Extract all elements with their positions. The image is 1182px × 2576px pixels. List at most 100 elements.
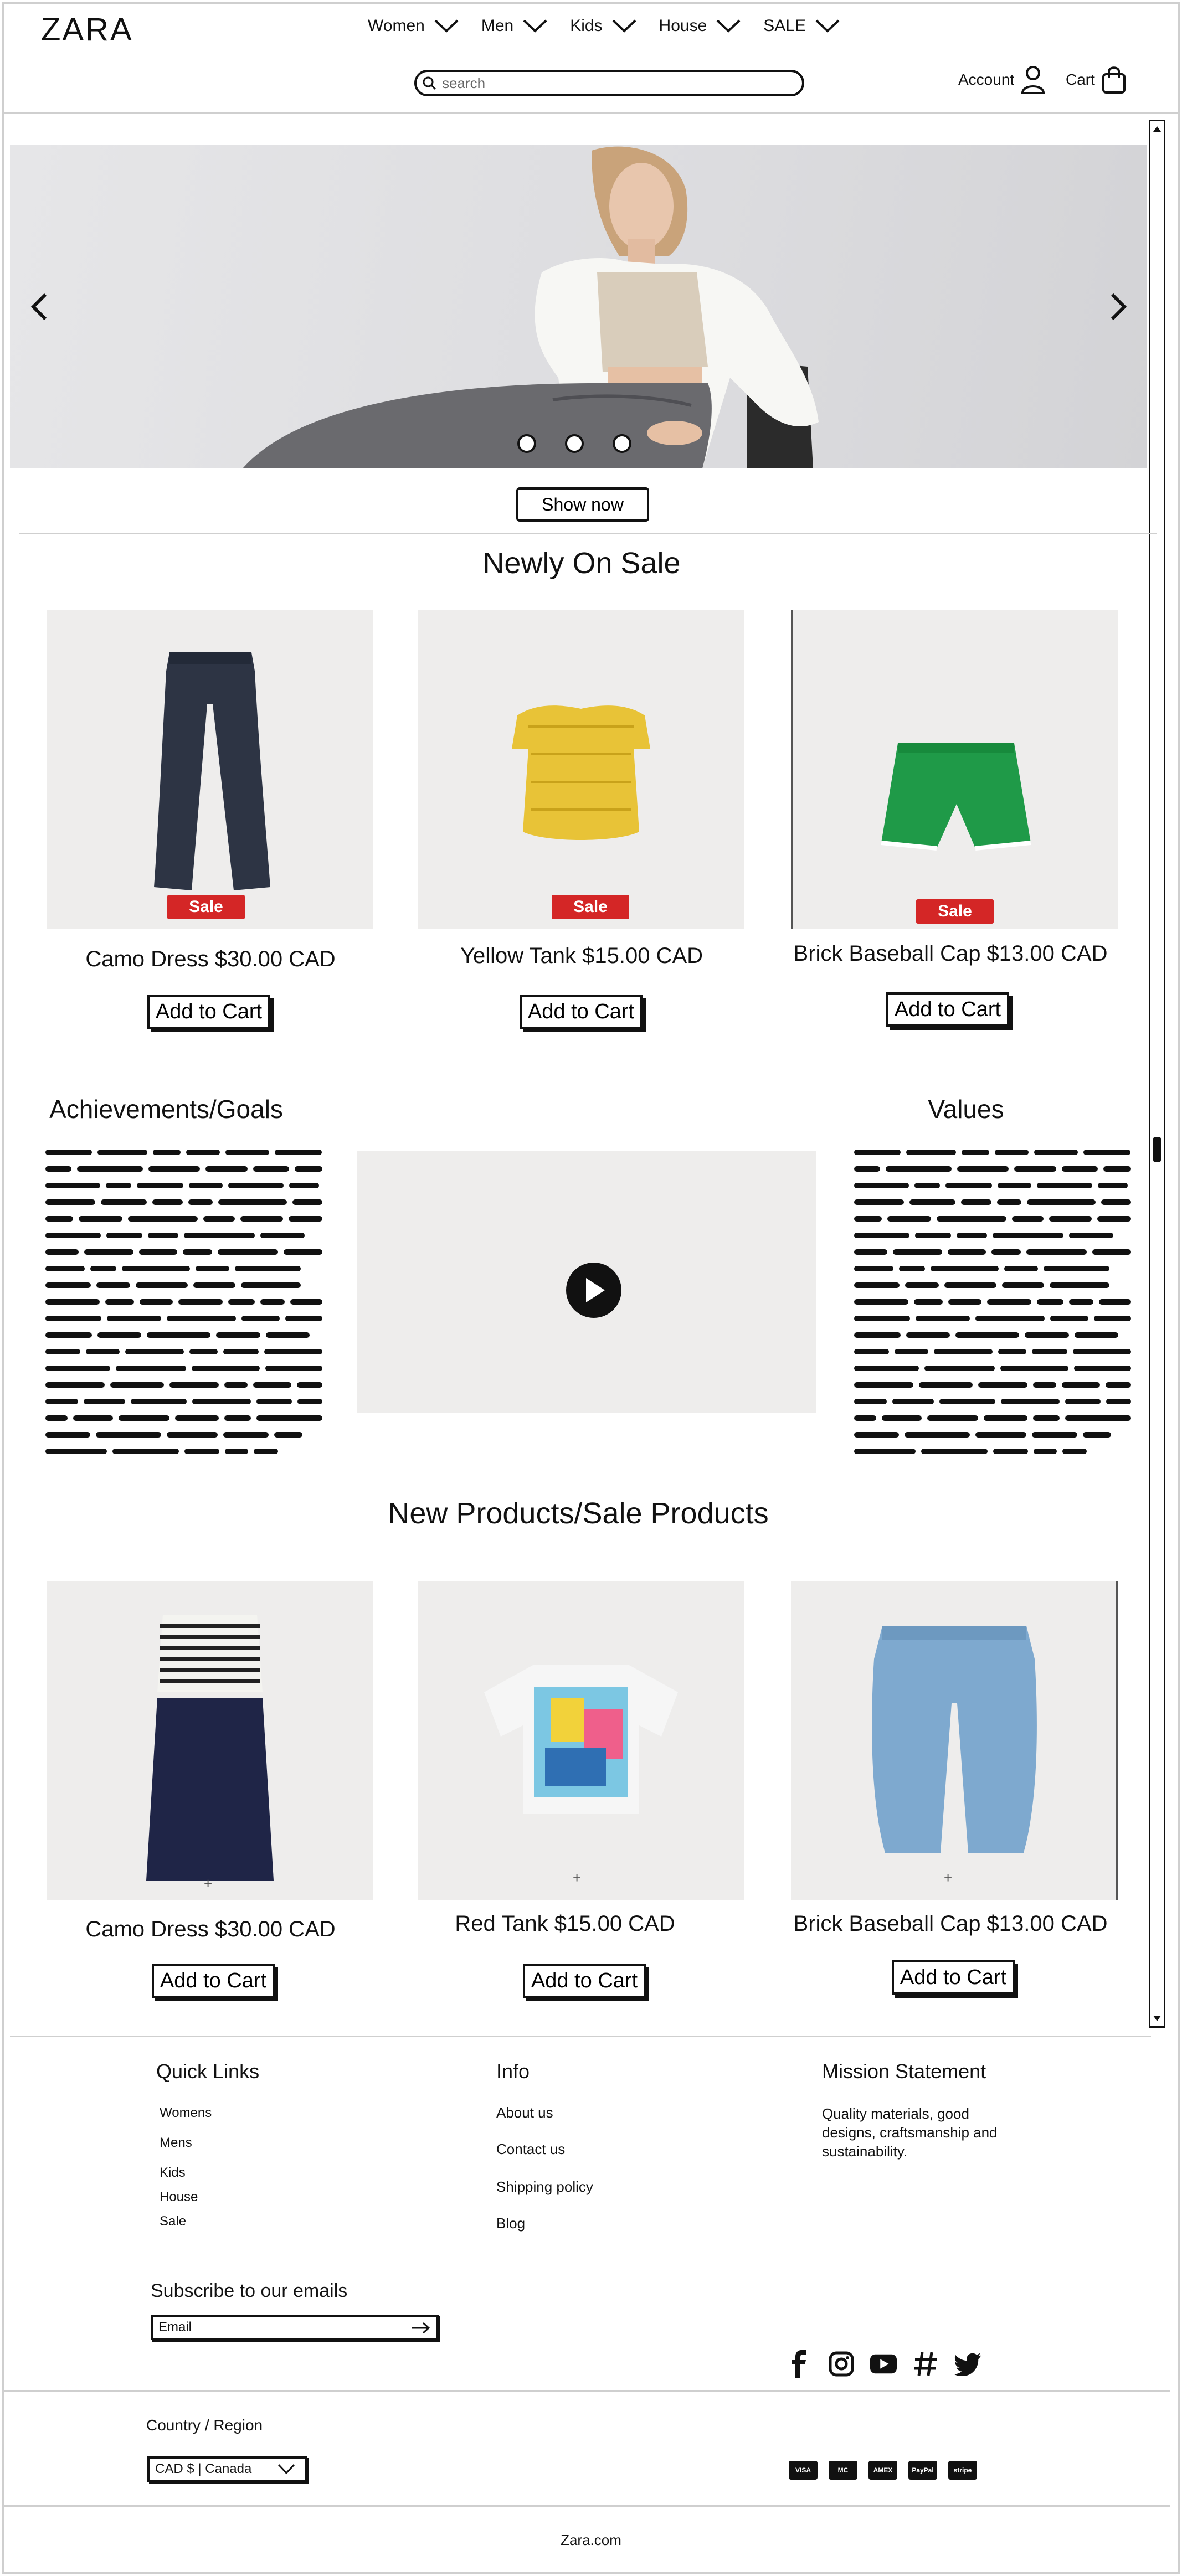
placeholder-word xyxy=(225,1449,248,1454)
scroll-thumb[interactable] xyxy=(1153,1137,1161,1162)
play-icon[interactable] xyxy=(566,1263,621,1318)
product-image-light-jeans[interactable]: + xyxy=(791,1581,1118,1900)
scroll-up-arrow-icon[interactable] xyxy=(1150,122,1164,136)
chevron-down-icon xyxy=(523,19,547,33)
placeholder-word xyxy=(921,1449,988,1454)
hero-dot-1[interactable] xyxy=(517,434,536,453)
zara-logo[interactable]: ZARA xyxy=(41,11,133,48)
hero-dot-3[interactable] xyxy=(613,434,631,453)
plus-icon[interactable]: + xyxy=(573,1869,581,1887)
product-name[interactable]: Camo Dress $30.00 CAD xyxy=(33,947,388,972)
product-image-graphic-tee[interactable]: + xyxy=(418,1581,744,1900)
footer-link-kids[interactable]: Kids xyxy=(160,2165,186,2181)
placeholder-word xyxy=(254,1449,278,1454)
account-link[interactable]: Account xyxy=(958,65,1045,94)
facebook-icon[interactable] xyxy=(785,2350,813,2378)
hero-next-arrow-icon[interactable] xyxy=(1108,291,1130,322)
country-region-select[interactable]: CAD $ | Canada xyxy=(147,2456,307,2482)
search-input[interactable] xyxy=(442,74,774,92)
add-to-cart-button[interactable]: Add to Cart xyxy=(520,995,643,1029)
placeholder-word xyxy=(45,1266,85,1271)
placeholder-word xyxy=(854,1249,887,1255)
new-products-title: New Products/Sale Products xyxy=(388,1497,769,1530)
hashtag-icon[interactable] xyxy=(912,2350,939,2378)
twitter-icon[interactable] xyxy=(954,2350,981,2378)
add-to-cart-button[interactable]: Add to Cart xyxy=(152,1964,275,1998)
nav-men[interactable]: Men xyxy=(481,12,548,40)
footer-link-sale[interactable]: Sale xyxy=(160,2214,186,2229)
placeholder-word xyxy=(939,1399,995,1404)
add-to-cart-button[interactable]: Add to Cart xyxy=(886,992,1009,1027)
hero-dot-2[interactable] xyxy=(565,434,584,453)
placeholder-word xyxy=(937,1216,1006,1222)
placeholder-word xyxy=(169,1382,219,1388)
footer-link-about[interactable]: About us xyxy=(496,2104,553,2121)
placeholder-word xyxy=(984,1415,1027,1421)
hero-prev-arrow-icon[interactable] xyxy=(28,291,50,322)
nav-women[interactable]: Women xyxy=(368,12,459,40)
placeholder-word xyxy=(978,1382,1027,1388)
placeholder-word xyxy=(223,1349,259,1354)
placeholder-word xyxy=(45,1166,71,1172)
placeholder-word xyxy=(1103,1166,1131,1172)
placeholder-word xyxy=(45,1382,105,1388)
add-to-cart-button[interactable]: Add to Cart xyxy=(147,995,270,1029)
placeholder-word xyxy=(196,1266,229,1271)
placeholder-word xyxy=(84,1399,125,1404)
add-to-cart-button[interactable]: Add to Cart xyxy=(892,1960,1015,1995)
nav-kids[interactable]: Kids xyxy=(570,12,636,40)
arrow-right-icon[interactable] xyxy=(411,2321,431,2335)
add-to-cart-button[interactable]: Add to Cart xyxy=(523,1964,646,1998)
placeholder-word xyxy=(1025,1332,1069,1338)
nav-house[interactable]: House xyxy=(659,12,742,40)
product-name[interactable]: Yellow Tank $15.00 CAD xyxy=(404,944,759,968)
product-image-dark-jeans[interactable] xyxy=(47,610,373,929)
cart-link[interactable]: Cart xyxy=(1066,65,1126,94)
placeholder-word xyxy=(1106,1399,1131,1404)
placeholder-text-line xyxy=(854,1299,1137,1305)
nav-sale[interactable]: SALE xyxy=(763,12,840,40)
email-field[interactable] xyxy=(151,2315,439,2340)
footer-link-shipping[interactable]: Shipping policy xyxy=(496,2178,593,2196)
footer-link-mens[interactable]: Mens xyxy=(160,2135,192,2151)
product-image-yellow-crochet-top[interactable] xyxy=(418,610,744,929)
placeholder-word xyxy=(995,1150,1029,1155)
product-name[interactable]: Brick Baseball Cap $13.00 CAD xyxy=(773,941,1128,966)
site-name[interactable]: Zara.com xyxy=(0,2532,1182,2549)
plus-icon[interactable]: + xyxy=(204,1875,212,1892)
instagram-icon[interactable] xyxy=(828,2350,855,2378)
placeholder-text-line xyxy=(45,1266,328,1271)
placeholder-word xyxy=(1050,1282,1109,1288)
placeholder-word xyxy=(961,1199,991,1205)
placeholder-text-line xyxy=(45,1282,328,1288)
placeholder-word xyxy=(1049,1216,1092,1222)
product-image-green-shorts[interactable] xyxy=(791,610,1118,929)
product-name[interactable]: Red Tank $15.00 CAD xyxy=(388,1912,742,1936)
placeholder-word xyxy=(1062,1382,1100,1388)
scroll-down-arrow-icon[interactable] xyxy=(1150,2012,1164,2025)
email-input[interactable] xyxy=(158,2320,402,2335)
footer-link-house[interactable]: House xyxy=(160,2189,198,2205)
footer-link-contact[interactable]: Contact us xyxy=(496,2141,565,2158)
placeholder-word xyxy=(895,1349,928,1354)
scrollbar[interactable] xyxy=(1149,120,1165,2028)
placeholder-word xyxy=(1004,1266,1038,1271)
placeholder-text-line xyxy=(45,1299,328,1305)
placeholder-word xyxy=(148,1166,200,1172)
footer-link-womens[interactable]: Womens xyxy=(160,2105,212,2121)
product-image-striped-top-navy-skirt[interactable]: + xyxy=(47,1581,373,1900)
product-name[interactable]: Camo Dress $30.00 CAD xyxy=(33,1917,388,1942)
placeholder-word xyxy=(1106,1382,1131,1388)
placeholder-word xyxy=(1026,1249,1087,1255)
placeholder-word xyxy=(957,1233,987,1238)
placeholder-word xyxy=(1062,1166,1098,1172)
product-name[interactable]: Brick Baseball Cap $13.00 CAD xyxy=(773,1912,1128,1936)
placeholder-text-line xyxy=(854,1432,1137,1438)
youtube-icon[interactable] xyxy=(870,2350,897,2378)
show-now-button[interactable]: Show now xyxy=(516,487,649,522)
placeholder-word xyxy=(90,1266,116,1271)
placeholder-word xyxy=(45,1183,100,1188)
footer-link-blog[interactable]: Blog xyxy=(496,2215,525,2232)
search-bar[interactable] xyxy=(414,70,804,96)
plus-icon[interactable]: + xyxy=(944,1869,952,1887)
